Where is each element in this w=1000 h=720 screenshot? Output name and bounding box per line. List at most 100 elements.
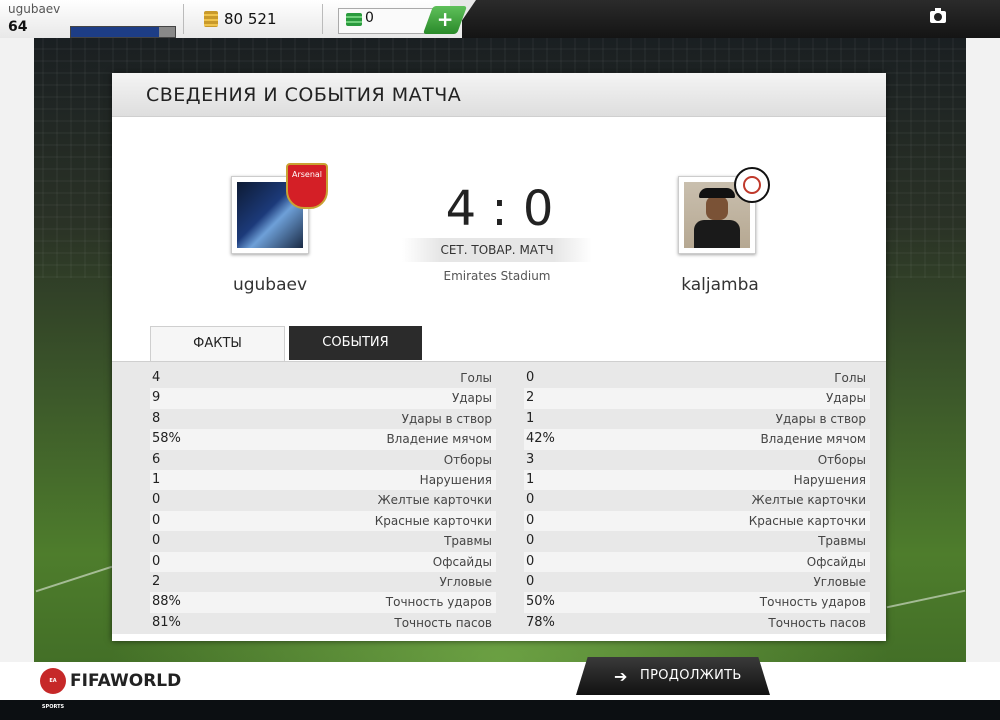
stat-label: Отборы (817, 452, 866, 467)
panel-header: СВЕДЕНИЯ И СОБЫТИЯ МАТЧА (112, 73, 886, 117)
stat-value: 0 (526, 512, 535, 528)
stat-row: 0 Офсайды (524, 551, 870, 572)
stat-value: 0 (526, 492, 535, 508)
continue-button[interactable]: ➔ ПРОДОЛЖИТЬ (576, 657, 770, 695)
stat-label: Травмы (818, 534, 866, 549)
stat-label: Удары (451, 391, 492, 406)
stat-row: 6 Отборы (150, 450, 496, 470)
stat-label: Владение мячом (386, 432, 492, 447)
avatar-head (706, 196, 728, 220)
stat-row: 88% Точность ударов (150, 592, 496, 613)
stat-value: 78% (526, 614, 555, 630)
stat-value: 0 (526, 573, 535, 589)
right-frame (966, 38, 1000, 700)
xp-bar-fill (71, 27, 160, 37)
home-player-name: ugubaev (232, 275, 308, 295)
away-stats-column: 0 Голы 2 Удары 1 Удары в створ 42% Владение мяч… (524, 368, 870, 633)
stats-table: 4 Голы 9 Удары 8 Удары в створ 58% Владение мяч… (112, 361, 886, 634)
username: ugubaev (8, 2, 61, 16)
match-summary-panel: СВЕДЕНИЯ И СОБЫТИЯ МАТЧА Arsenal 4 : 0 С… (112, 73, 886, 641)
avatar-hat (699, 188, 735, 198)
stat-row: 0 Голы (524, 368, 870, 388)
stat-label: Точность ударов (759, 595, 866, 610)
stat-label: Нарушения (793, 472, 866, 487)
stat-label: Нарушения (419, 472, 492, 487)
stat-value: 0 (152, 512, 161, 528)
stat-row: 2 Угловые (150, 572, 496, 592)
stat-value: 42% (526, 431, 555, 447)
stat-label: Красные карточки (748, 513, 866, 528)
stat-label: Красные карточки (374, 513, 492, 528)
tab-events[interactable]: СОБЫТИЯ (289, 326, 422, 360)
stat-value: 58% (152, 431, 181, 447)
stat-label: Офсайды (432, 554, 492, 569)
stat-row: 9 Удары (150, 388, 496, 409)
continue-button-label: ПРОДОЛЖИТЬ (640, 668, 742, 683)
stat-value: 1 (526, 410, 535, 426)
stat-row: 58% Владение мячом (150, 429, 496, 450)
stat-row: 4 Голы (150, 368, 496, 388)
stat-row: 0 Травмы (150, 531, 496, 551)
stat-row: 1 Нарушения (150, 469, 496, 491)
stat-value: 81% (152, 614, 181, 630)
buy-points-button[interactable]: + (422, 6, 468, 34)
stat-row: 0 Офсайды (150, 551, 496, 572)
stat-row: 0 Травмы (524, 531, 870, 551)
away-club-badge (734, 167, 770, 203)
stat-row: 78% Точность пасов (524, 613, 870, 633)
stat-row: 0 Угловые (524, 572, 870, 592)
stat-value: 3 (526, 451, 535, 467)
left-frame (0, 38, 34, 700)
fifa-points-balance: 0 (365, 10, 374, 26)
page-title: СВЕДЕНИЯ И СОБЫТИЯ МАТЧА (146, 84, 462, 106)
stat-row: 0 Желтые карточки (150, 490, 496, 510)
fifa-points-icon (346, 13, 362, 26)
pitch-line (886, 589, 966, 609)
home-stats-column: 4 Голы 9 Удары 8 Удары в створ 58% Владение мяч… (150, 368, 496, 633)
stat-row: 0 Красные карточки (524, 510, 870, 532)
stat-row: 81% Точность пасов (150, 613, 496, 633)
stat-value: 0 (152, 553, 161, 569)
stat-value: 1 (152, 471, 161, 487)
stat-label: Отборы (443, 452, 492, 467)
stat-row: 8 Удары в створ (150, 409, 496, 429)
stat-row: 42% Владение мячом (524, 429, 870, 450)
stat-value: 9 (152, 390, 161, 406)
stat-label: Точность ударов (385, 595, 492, 610)
coins-icon (204, 11, 218, 27)
stat-value: 0 (526, 370, 535, 385)
stat-row: 0 Желтые карточки (524, 490, 870, 510)
match-type: СЕТ. ТОВАР. МАТЧ (402, 238, 592, 262)
divider (183, 4, 184, 34)
divider (322, 4, 323, 34)
stat-label: Угловые (439, 574, 492, 589)
stat-value: 0 (526, 533, 535, 549)
tab-facts[interactable]: ФАКТЫ (150, 326, 285, 361)
stat-row: 1 Удары в створ (524, 409, 870, 429)
stat-value: 1 (526, 471, 535, 487)
stat-row: 50% Точность ударов (524, 592, 870, 613)
user-profile[interactable]: ugubaev 64 (8, 2, 178, 38)
stat-label: Угловые (813, 574, 866, 589)
fifa-world-logo-text: FIFAWORLD (70, 671, 182, 691)
stat-value: 88% (152, 594, 181, 610)
stat-value: 0 (526, 553, 535, 569)
stat-label: Владение мячом (760, 432, 866, 447)
level: 64 (8, 19, 28, 35)
stat-value: 8 (152, 410, 161, 426)
stat-value: 2 (526, 390, 535, 406)
stat-label: Голы (834, 371, 866, 385)
stat-label: Точность пасов (394, 615, 492, 630)
camera-icon[interactable] (930, 8, 946, 23)
coins-balance: 80 521 (224, 10, 277, 28)
stat-label: Желтые карточки (751, 493, 866, 508)
stat-label: Голы (460, 371, 492, 385)
stat-row: 3 Отборы (524, 450, 870, 470)
match-score: 4 : 0 (445, 181, 554, 237)
stat-label: Травмы (444, 534, 492, 549)
stat-label: Удары в створ (775, 411, 866, 426)
pitch-line (35, 565, 113, 593)
stat-value: 4 (152, 370, 161, 385)
stat-label: Офсайды (806, 554, 866, 569)
stat-row: 2 Удары (524, 388, 870, 409)
